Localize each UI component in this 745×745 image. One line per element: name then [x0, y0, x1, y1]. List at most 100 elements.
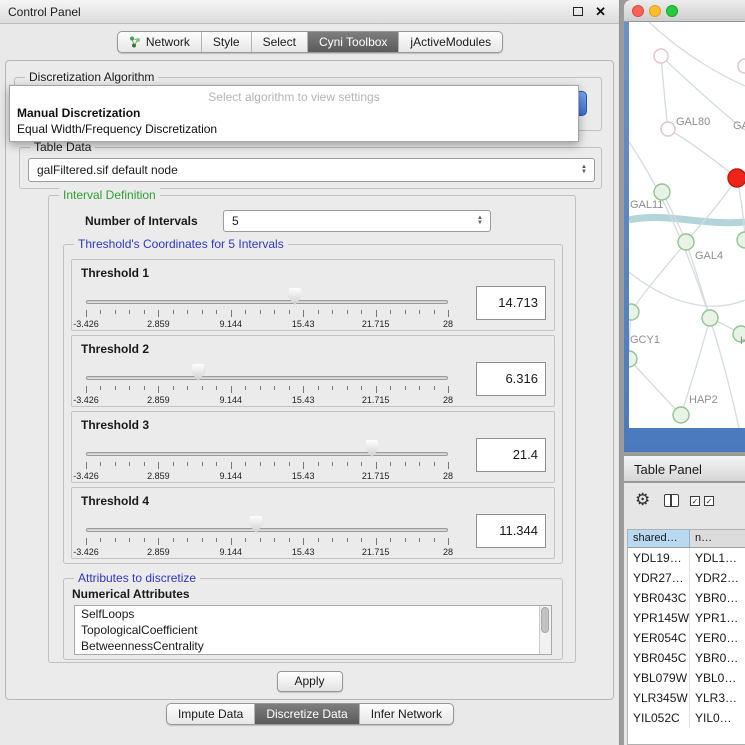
- threshold-label: Threshold 3: [81, 418, 149, 432]
- tick-mark: [390, 462, 391, 466]
- tick-mark: [303, 538, 304, 545]
- tick-mark: [434, 462, 435, 466]
- table-row[interactable]: YBL079WYBL0…: [628, 668, 745, 688]
- tick-mark: [434, 538, 435, 542]
- numerical-attributes-list[interactable]: SelfLoopsTopologicalCoefficientBetweenne…: [74, 605, 552, 655]
- attributes-group-title: Attributes to discretize: [74, 571, 200, 585]
- slider-ticks: [86, 538, 448, 546]
- network-node[interactable]: [654, 49, 668, 63]
- scale-label: 2.859: [147, 471, 170, 481]
- minimize-traffic-light[interactable]: [649, 5, 661, 17]
- tick-mark: [144, 310, 145, 314]
- table-data-combo[interactable]: galFiltered.sif default node ▲ ▼: [28, 158, 595, 182]
- tab-cyni-toolbox[interactable]: Cyni Toolbox: [307, 32, 398, 52]
- number-of-intervals-combo[interactable]: 5 ▲ ▼: [223, 210, 491, 232]
- table-cell: YLR345W: [628, 688, 690, 708]
- tab-jactivemodules[interactable]: jActiveModules: [398, 32, 502, 52]
- select-all-checkbox-icon[interactable]: ✓: [690, 496, 700, 506]
- slider-track[interactable]: [86, 528, 448, 532]
- tick-mark: [100, 462, 101, 466]
- tick-mark: [434, 386, 435, 390]
- network-canvas[interactable]: GAL80GAGAL11GAL4GCY1HAP2H: [629, 22, 745, 428]
- bottom-tab-discretize-data[interactable]: Discretize Data: [254, 704, 358, 724]
- table-cell: YDR2…: [690, 568, 745, 588]
- tab-network[interactable]: Network: [118, 32, 201, 52]
- slider-scale: -3.4262.8599.14415.4321.71528: [86, 319, 448, 329]
- select-columns-checkbox-icon[interactable]: ✓: [704, 496, 714, 506]
- table-cell: YLR3…: [690, 688, 745, 708]
- tick-mark: [129, 310, 130, 314]
- slider-track[interactable]: [86, 300, 448, 304]
- tab-select[interactable]: Select: [251, 32, 307, 52]
- algorithm-option-equal-width-frequency-discretization[interactable]: Equal Width/Frequency Discretization: [10, 121, 578, 137]
- tick-mark: [187, 538, 188, 542]
- algorithm-option-manual-discretization[interactable]: Manual Discretization: [10, 105, 578, 121]
- attributes-list-scrollbar[interactable]: [539, 606, 551, 654]
- columns-icon[interactable]: [664, 494, 679, 507]
- tick-mark: [347, 538, 348, 542]
- network-node[interactable]: [678, 234, 694, 250]
- node-label: GAL11: [630, 199, 663, 211]
- tick-mark: [332, 386, 333, 390]
- slider-track[interactable]: [86, 376, 448, 380]
- table-row[interactable]: YDL19…YDL1…: [628, 548, 745, 568]
- network-node[interactable]: [673, 407, 689, 423]
- tick-mark: [376, 462, 377, 469]
- tab-label: Discretize Data: [266, 707, 347, 721]
- tick-mark: [332, 538, 333, 542]
- attribute-item-topologicalcoefficient[interactable]: TopologicalCoefficient: [75, 622, 551, 638]
- network-node[interactable]: [629, 304, 639, 320]
- network-node[interactable]: [737, 232, 745, 248]
- attribute-item-selfloops[interactable]: SelfLoops: [75, 606, 551, 622]
- tick-mark: [332, 310, 333, 314]
- column-header-name[interactable]: n…: [690, 530, 745, 547]
- bottom-tab-impute-data[interactable]: Impute Data: [167, 704, 254, 724]
- table-cell: YDR27…: [628, 568, 690, 588]
- threshold-value-field[interactable]: 14.713: [476, 286, 546, 320]
- network-node[interactable]: [654, 184, 670, 200]
- tick-mark: [448, 538, 449, 545]
- network-edge: [668, 129, 737, 178]
- zoom-traffic-light[interactable]: [666, 5, 678, 17]
- threshold-slider: -3.4262.8599.14415.4321.71528: [86, 362, 448, 406]
- attribute-item-betweennesscentrality[interactable]: BetweennessCentrality: [75, 638, 551, 654]
- tick-mark: [231, 538, 232, 545]
- table-row[interactable]: YER054CYER0…: [628, 628, 745, 648]
- slider-scale: -3.4262.8599.14415.4321.71528: [86, 395, 448, 405]
- network-node[interactable]: [728, 169, 745, 187]
- gear-icon[interactable]: ⚙: [635, 490, 650, 510]
- column-header-shared-name[interactable]: shared…: [628, 530, 690, 547]
- table-row[interactable]: YLR345WYLR3…: [628, 688, 745, 708]
- algorithm-dropdown-popup: Select algorithm to view settings Manual…: [9, 85, 579, 142]
- threshold-value-field[interactable]: 21.4: [476, 438, 546, 472]
- scale-label: 21.715: [362, 547, 390, 557]
- tick-mark: [245, 462, 246, 466]
- close-traffic-light[interactable]: [632, 5, 644, 17]
- node-label: GA: [733, 120, 745, 132]
- tick-mark: [187, 310, 188, 314]
- network-node[interactable]: [702, 310, 718, 326]
- threshold-value-field[interactable]: 6.316: [476, 362, 546, 396]
- slider-track[interactable]: [86, 452, 448, 456]
- tab-style[interactable]: Style: [201, 32, 251, 52]
- table-row[interactable]: YPR145WYPR1…: [628, 608, 745, 628]
- bottom-tab-infer-network[interactable]: Infer Network: [359, 704, 453, 724]
- network-node[interactable]: [738, 59, 745, 73]
- table-row[interactable]: YDR27…YDR2…: [628, 568, 745, 588]
- tick-mark: [173, 386, 174, 390]
- scrollbar-thumb[interactable]: [541, 607, 549, 633]
- tick-mark: [100, 386, 101, 390]
- tick-mark: [289, 310, 290, 314]
- float-window-icon[interactable]: [573, 7, 583, 16]
- threshold-value-field[interactable]: 11.344: [476, 514, 546, 548]
- close-icon[interactable]: ✕: [595, 4, 606, 20]
- network-icon: [129, 36, 141, 48]
- network-node[interactable]: [629, 351, 637, 367]
- table-row[interactable]: YBR043CYBR0…: [628, 588, 745, 608]
- network-node[interactable]: [661, 122, 675, 136]
- table-row[interactable]: YBR045CYBR0…: [628, 648, 745, 668]
- table-row[interactable]: YIL052CYIL0…: [628, 708, 745, 728]
- apply-button[interactable]: Apply: [277, 671, 343, 692]
- tick-mark: [434, 310, 435, 314]
- tick-mark: [158, 310, 159, 317]
